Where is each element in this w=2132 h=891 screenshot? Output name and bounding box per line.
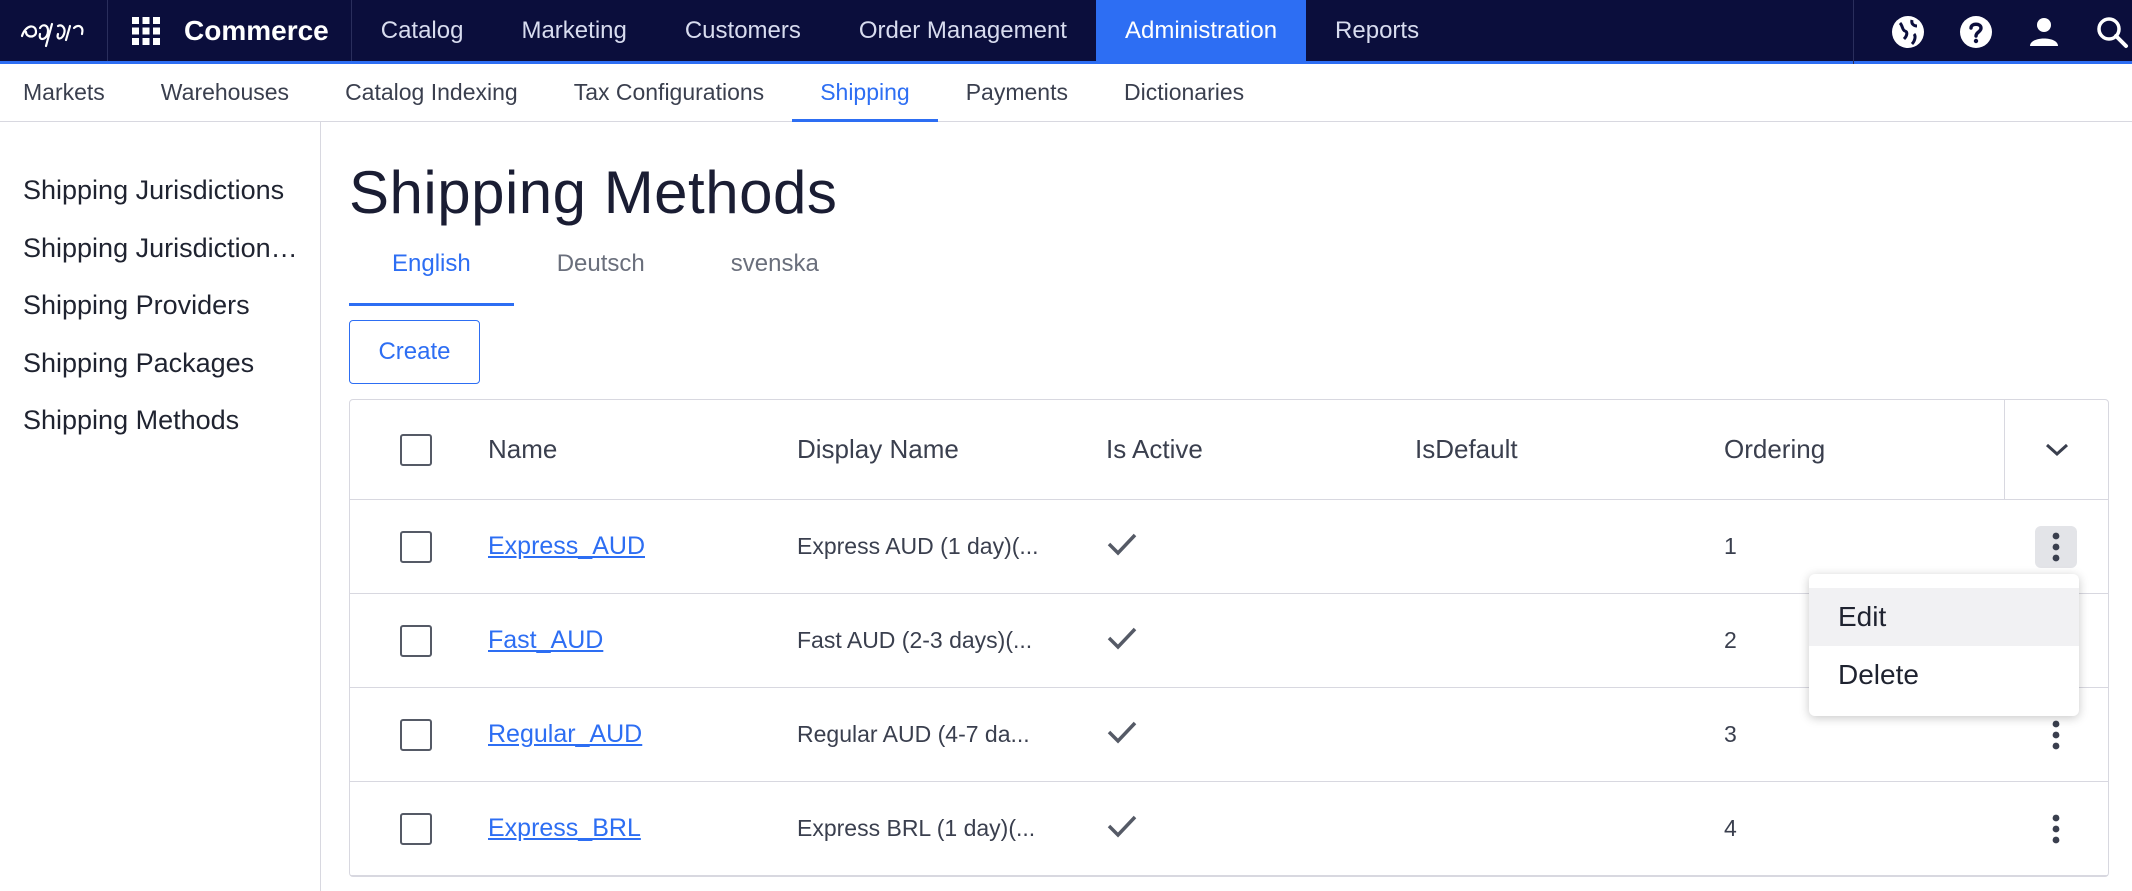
- column-header-ordering[interactable]: Ordering: [1724, 434, 1825, 465]
- menu-item-delete[interactable]: Delete: [1809, 646, 2079, 704]
- shipping-sidebar: Shipping Jurisdictions Shipping Jurisdic…: [0, 122, 321, 891]
- subnav-tax-configurations[interactable]: Tax Configurations: [546, 64, 793, 121]
- method-name-link[interactable]: Fast_AUD: [488, 626, 603, 655]
- row-context-menu: Edit Delete: [1809, 574, 2079, 716]
- table-row: Express_BRL Express BRL (1 day)(... 4: [350, 782, 2108, 876]
- nav-reports[interactable]: Reports: [1306, 0, 1448, 61]
- epi-logo-icon: [20, 22, 83, 47]
- admin-subnav: Markets Warehouses Catalog Indexing Tax …: [0, 64, 2132, 122]
- help-icon[interactable]: [1958, 14, 1994, 50]
- user-icon[interactable]: [2026, 14, 2062, 50]
- row-checkbox[interactable]: [400, 812, 432, 845]
- subnav-catalog-indexing[interactable]: Catalog Indexing: [317, 64, 546, 121]
- row-checkbox[interactable]: [400, 530, 432, 563]
- tab-svenska[interactable]: svenska: [688, 232, 862, 296]
- select-all-checkbox[interactable]: [400, 433, 432, 466]
- app-switcher-icon[interactable]: [122, 0, 170, 61]
- method-name-link[interactable]: Express_BRL: [488, 814, 641, 843]
- column-settings-toggle[interactable]: [2004, 400, 2108, 500]
- row-checkbox[interactable]: [400, 624, 432, 657]
- row-actions-button[interactable]: [2035, 525, 2077, 568]
- row-actions-button[interactable]: [2035, 714, 2077, 756]
- method-name-link[interactable]: Regular_AUD: [488, 720, 642, 749]
- nav-order-management[interactable]: Order Management: [830, 0, 1096, 61]
- grid-header-row: Name Display Name Is Active IsDefault Or…: [350, 400, 2108, 500]
- column-header-is-default[interactable]: IsDefault: [1415, 434, 1518, 465]
- active-check-icon: [1106, 531, 1138, 563]
- sidebar-item-shipping-jurisdiction-groups[interactable]: Shipping Jurisdiction Groups: [0, 220, 300, 278]
- subnav-markets[interactable]: Markets: [0, 64, 133, 121]
- sidebar-item-shipping-providers[interactable]: Shipping Providers: [0, 277, 300, 335]
- column-header-display-name[interactable]: Display Name: [797, 434, 959, 465]
- top-navigation: Commerce Catalog Marketing Customers Ord…: [0, 0, 2132, 64]
- active-check-icon: [1106, 625, 1138, 657]
- language-tabs: English Deutsch svenska: [349, 232, 862, 306]
- tab-deutsch[interactable]: Deutsch: [514, 232, 688, 296]
- active-check-icon: [1106, 813, 1138, 845]
- ordering-cell: 1: [1724, 533, 1737, 559]
- epi-logo[interactable]: [0, 0, 108, 61]
- display-name-cell: Regular AUD (4-7 da...: [797, 721, 1030, 747]
- more-vertical-icon: [2052, 532, 2060, 561]
- display-name-cell: Fast AUD (2-3 days)(...: [797, 627, 1033, 653]
- nav-marketing[interactable]: Marketing: [492, 0, 655, 61]
- ordering-cell: 2: [1724, 627, 1737, 653]
- nav-customers[interactable]: Customers: [656, 0, 830, 61]
- subnav-dictionaries[interactable]: Dictionaries: [1096, 64, 1272, 121]
- display-name-cell: Express AUD (1 day)(...: [797, 533, 1039, 559]
- nav-catalog[interactable]: Catalog: [352, 0, 493, 61]
- page-title: Shipping Methods: [349, 159, 838, 226]
- top-right-tools: [1853, 0, 2132, 64]
- more-vertical-icon: [2052, 720, 2060, 749]
- ordering-cell: 4: [1724, 815, 1737, 841]
- method-name-link[interactable]: Express_AUD: [488, 532, 645, 561]
- row-actions-button[interactable]: [2035, 808, 2077, 850]
- column-header-name[interactable]: Name: [488, 434, 557, 465]
- subnav-shipping[interactable]: Shipping: [792, 64, 938, 122]
- tab-english[interactable]: English: [349, 232, 514, 306]
- subnav-payments[interactable]: Payments: [938, 64, 1096, 121]
- active-check-icon: [1106, 719, 1138, 751]
- sidebar-item-shipping-packages[interactable]: Shipping Packages: [0, 335, 300, 393]
- search-icon[interactable]: [2094, 14, 2130, 50]
- row-checkbox[interactable]: [400, 718, 432, 751]
- column-header-is-active[interactable]: Is Active: [1106, 434, 1203, 465]
- subnav-warehouses[interactable]: Warehouses: [133, 64, 317, 121]
- sidebar-item-shipping-jurisdictions[interactable]: Shipping Jurisdictions: [0, 162, 300, 220]
- menu-item-edit[interactable]: Edit: [1809, 588, 2079, 646]
- display-name-cell: Express BRL (1 day)(...: [797, 815, 1036, 841]
- sidebar-item-shipping-methods[interactable]: Shipping Methods: [0, 392, 300, 450]
- brand-title[interactable]: Commerce: [170, 0, 352, 61]
- nav-administration[interactable]: Administration: [1095, 0, 1307, 61]
- ordering-cell: 3: [1724, 721, 1737, 747]
- globe-icon[interactable]: [1890, 14, 1926, 50]
- chevron-down-icon: [2045, 443, 2068, 457]
- more-vertical-icon: [2052, 814, 2060, 843]
- create-button[interactable]: Create: [349, 320, 480, 384]
